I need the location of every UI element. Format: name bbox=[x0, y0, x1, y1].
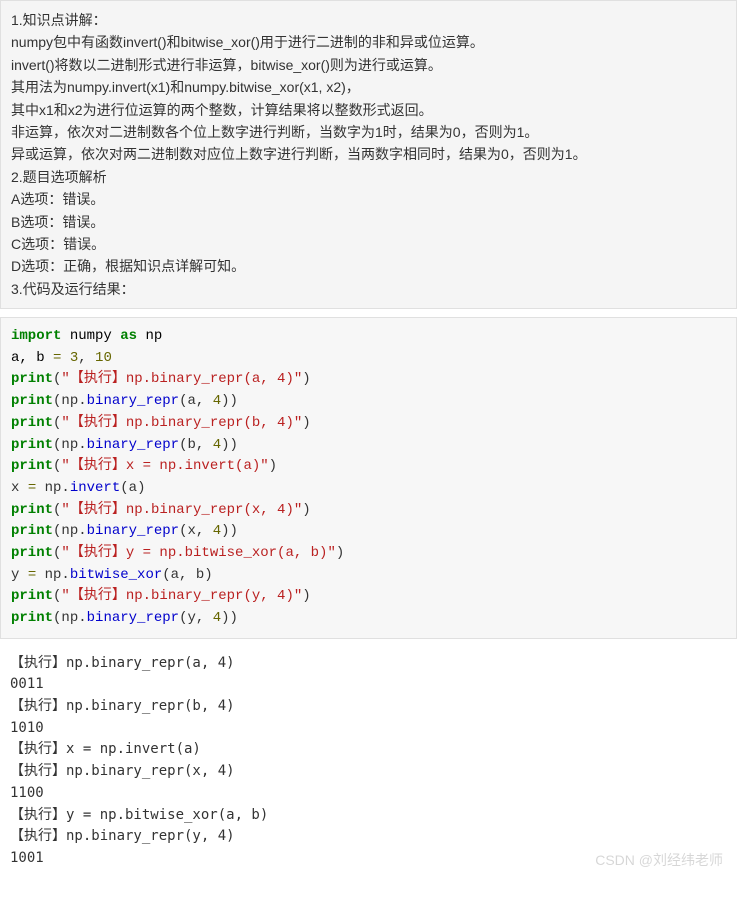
output-line: 【执行】np.binary_repr(a, 4) bbox=[10, 653, 727, 675]
code-line: print("【执行】np.binary_repr(b, 4)") bbox=[11, 413, 726, 435]
explanation-line: D选项：正确，根据知识点详解可知。 bbox=[11, 255, 726, 277]
explanation-line: 非运算，依次对二进制数各个位上数字进行判断，当数字为1时，结果为0，否则为1。 bbox=[11, 121, 726, 143]
code-line: x = np.invert(a) bbox=[11, 478, 726, 500]
code-line: print("【执行】np.binary_repr(y, 4)") bbox=[11, 586, 726, 608]
code-line: import numpy as np bbox=[11, 326, 726, 348]
explanation-section: 1.知识点讲解： numpy包中有函数invert()和bitwise_xor(… bbox=[0, 0, 737, 309]
explanation-line: 异或运算，依次对两二进制数对应位上数字进行判断，当两数字相同时，结果为0，否则为… bbox=[11, 143, 726, 165]
output-line: 1100 bbox=[10, 783, 727, 805]
explanation-line: 2.题目选项解析 bbox=[11, 166, 726, 188]
output-line: 【执行】np.binary_repr(y, 4) bbox=[10, 826, 727, 848]
code-line: y = np.bitwise_xor(a, b) bbox=[11, 565, 726, 587]
keyword-as: as bbox=[120, 328, 137, 344]
explanation-line: C选项：错误。 bbox=[11, 233, 726, 255]
output-line: 1010 bbox=[10, 718, 727, 740]
code-line: print(np.binary_repr(x, 4)) bbox=[11, 521, 726, 543]
output-line: 1001 bbox=[10, 848, 727, 870]
explanation-line: B选项：错误。 bbox=[11, 211, 726, 233]
output-line: 0011 bbox=[10, 674, 727, 696]
explanation-line: 1.知识点讲解： bbox=[11, 9, 726, 31]
code-line: a, b = 3, 10 bbox=[11, 348, 726, 370]
explanation-line: 其用法为numpy.invert(x1)和numpy.bitwise_xor(x… bbox=[11, 76, 726, 98]
code-section: import numpy as np a, b = 3, 10 print("【… bbox=[0, 317, 737, 639]
output-section: 【执行】np.binary_repr(a, 4) 0011 【执行】np.bin… bbox=[0, 649, 737, 878]
code-line: print(np.binary_repr(y, 4)) bbox=[11, 608, 726, 630]
code-line: print("【执行】np.binary_repr(a, 4)") bbox=[11, 369, 726, 391]
keyword-import: import bbox=[11, 328, 61, 344]
code-line: print("【执行】y = np.bitwise_xor(a, b)") bbox=[11, 543, 726, 565]
code-line: print(np.binary_repr(a, 4)) bbox=[11, 391, 726, 413]
code-line: print("【执行】np.binary_repr(x, 4)") bbox=[11, 500, 726, 522]
code-line: print(np.binary_repr(b, 4)) bbox=[11, 435, 726, 457]
explanation-line: 3.代码及运行结果： bbox=[11, 278, 726, 300]
code-line: print("【执行】x = np.invert(a)") bbox=[11, 456, 726, 478]
output-line: 【执行】np.binary_repr(x, 4) bbox=[10, 761, 727, 783]
output-line: 【执行】x = np.invert(a) bbox=[10, 739, 727, 761]
output-line: 【执行】np.binary_repr(b, 4) bbox=[10, 696, 727, 718]
explanation-line: A选项：错误。 bbox=[11, 188, 726, 210]
output-line: 【执行】y = np.bitwise_xor(a, b) bbox=[10, 805, 727, 827]
explanation-line: numpy包中有函数invert()和bitwise_xor()用于进行二进制的… bbox=[11, 31, 726, 53]
explanation-line: 其中x1和x2为进行位运算的两个整数，计算结果将以整数形式返回。 bbox=[11, 99, 726, 121]
explanation-line: invert()将数以二进制形式进行非运算，bitwise_xor()则为进行或… bbox=[11, 54, 726, 76]
